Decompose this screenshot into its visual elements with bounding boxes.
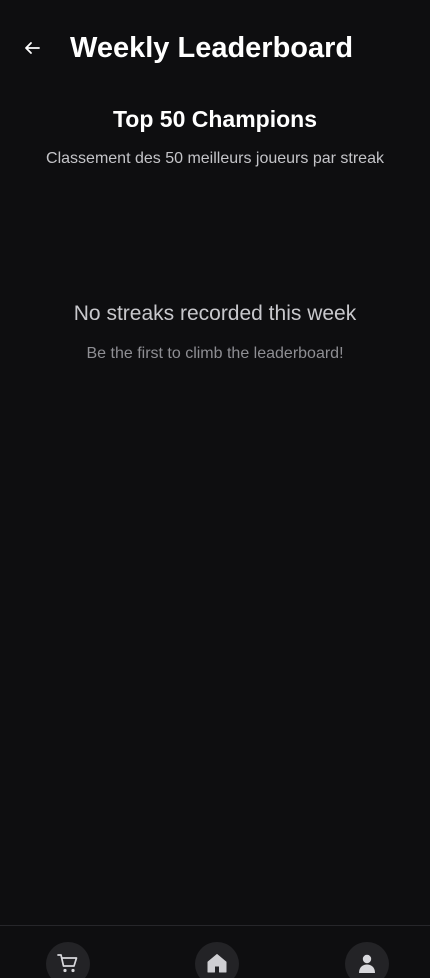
home-icon bbox=[207, 954, 227, 973]
empty-state-subtitle: Be the first to climb the leaderboard! bbox=[86, 345, 344, 362]
arrow-left-icon bbox=[25, 42, 40, 54]
header: Weekly Leaderboard bbox=[0, 0, 430, 98]
nav-home-button[interactable] bbox=[195, 942, 239, 978]
nav-profile-button[interactable] bbox=[345, 942, 389, 978]
page-title: Weekly Leaderboard bbox=[70, 32, 354, 64]
bottom-nav bbox=[0, 925, 430, 978]
shopping-cart-icon bbox=[57, 954, 78, 973]
section-subtitle: Classement des 50 meilleurs joueurs par … bbox=[46, 150, 384, 167]
nav-shop-button[interactable] bbox=[46, 942, 90, 978]
empty-state-title: No streaks recorded this week bbox=[73, 302, 357, 325]
leaderboard-screen: Weekly Leaderboard Top 50 Champions Clas… bbox=[0, 0, 430, 978]
user-icon bbox=[359, 954, 375, 973]
section-title: Top 50 Champions bbox=[112, 106, 318, 132]
back-button[interactable] bbox=[18, 34, 46, 62]
